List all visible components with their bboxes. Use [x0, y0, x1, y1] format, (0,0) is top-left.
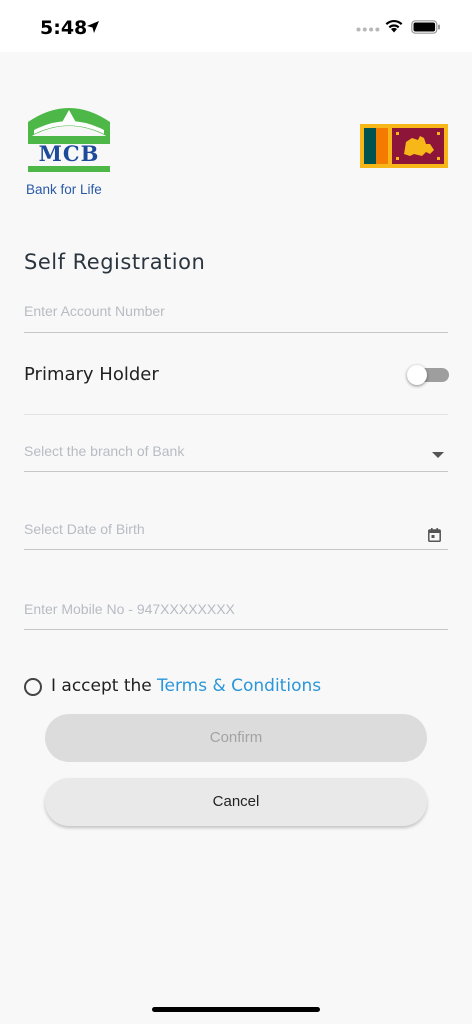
terms-conditions-link[interactable]: Terms & Conditions	[157, 676, 321, 696]
terms-radio-button[interactable]	[24, 678, 42, 696]
branch-select[interactable]: Select the branch of Bank	[24, 440, 448, 472]
calendar-icon[interactable]	[428, 528, 441, 542]
page-title: Self Registration	[24, 250, 206, 274]
cancel-button[interactable]: Cancel	[45, 778, 427, 826]
status-time: 5:48	[40, 17, 88, 39]
divider	[24, 414, 448, 415]
account-number-field[interactable]: Enter Account Number	[24, 300, 448, 333]
signal-dots-icon	[356, 27, 380, 32]
wifi-icon	[385, 19, 403, 33]
primary-holder-label: Primary Holder	[24, 364, 159, 385]
logo-tagline: Bank for Life	[26, 182, 102, 197]
logo-underline	[28, 166, 110, 172]
primary-holder-toggle[interactable]	[407, 365, 449, 385]
confirm-button[interactable]: Confirm	[45, 714, 427, 762]
dropdown-arrow-icon[interactable]	[432, 452, 444, 458]
account-number-placeholder: Enter Account Number	[24, 303, 165, 319]
sri-lanka-flag-icon[interactable]	[360, 124, 448, 168]
location-arrow-icon	[87, 21, 99, 33]
mcb-logo-mark	[28, 108, 110, 144]
mobile-number-field[interactable]: Enter Mobile No - 947XXXXXXXX	[24, 598, 448, 630]
status-bar: 5:48	[0, 0, 472, 52]
mobile-number-placeholder: Enter Mobile No - 947XXXXXXXX	[24, 601, 235, 617]
toggle-knob	[407, 365, 427, 385]
terms-prefix: I accept the	[51, 676, 152, 696]
date-of-birth-placeholder: Select Date of Birth	[24, 521, 145, 537]
battery-icon	[411, 20, 440, 34]
mcb-logo: MCB Bank for Life	[26, 100, 112, 200]
logo-text: MCB	[38, 141, 100, 166]
date-of-birth-field[interactable]: Select Date of Birth	[24, 518, 448, 550]
home-indicator[interactable]	[152, 1007, 320, 1012]
branch-placeholder: Select the branch of Bank	[24, 443, 185, 459]
